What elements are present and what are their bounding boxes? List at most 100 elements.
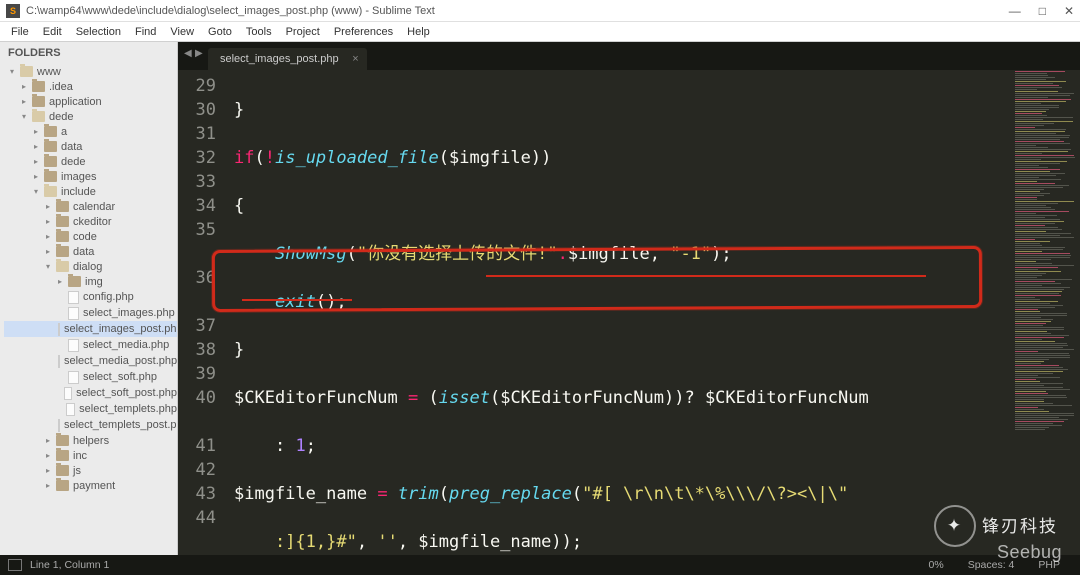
tree-arrow-icon: ▸ bbox=[34, 172, 44, 181]
status-zoom[interactable]: 0% bbox=[917, 559, 956, 571]
tree-item-label: ckeditor bbox=[73, 216, 112, 228]
tree-item-label: include bbox=[61, 186, 96, 198]
folder-icon bbox=[44, 171, 57, 182]
tree-arrow-icon: ▸ bbox=[46, 451, 56, 460]
tree-item-label: www bbox=[37, 66, 61, 78]
tree-arrow-icon: ▾ bbox=[46, 262, 56, 271]
tree-item[interactable]: select_images_post.php bbox=[4, 321, 177, 337]
folder-icon bbox=[44, 186, 57, 197]
tree-item-label: select_soft.php bbox=[83, 371, 157, 383]
status-indent[interactable]: Spaces: 4 bbox=[956, 559, 1027, 571]
folder-icon bbox=[32, 81, 45, 92]
tree-arrow-icon: ▸ bbox=[34, 157, 44, 166]
tree-item[interactable]: select_templets.php bbox=[4, 401, 177, 417]
menu-tools[interactable]: Tools bbox=[239, 24, 279, 40]
tree-arrow-icon: ▾ bbox=[10, 67, 20, 76]
tree-item-label: select_media_post.php bbox=[64, 355, 177, 367]
tree-item[interactable]: ▸code bbox=[4, 229, 177, 244]
tree-item-label: inc bbox=[73, 450, 87, 462]
minimap[interactable] bbox=[1012, 70, 1080, 555]
tree-item-label: dialog bbox=[73, 261, 102, 273]
file-icon bbox=[68, 339, 79, 352]
tree-item[interactable]: select_templets_post.php bbox=[4, 417, 177, 433]
tree-item-label: config.php bbox=[83, 291, 134, 303]
tree-item[interactable]: ▸application bbox=[4, 94, 177, 109]
console-icon[interactable] bbox=[8, 559, 22, 571]
tree-item-label: select_templets.php bbox=[79, 403, 177, 415]
tree-item[interactable]: ▾ www bbox=[4, 64, 177, 79]
status-position[interactable]: Line 1, Column 1 bbox=[30, 559, 109, 571]
menu-help[interactable]: Help bbox=[400, 24, 437, 40]
tree-arrow-icon: ▸ bbox=[46, 436, 56, 445]
menu-find[interactable]: Find bbox=[128, 24, 163, 40]
tree-item-label: calendar bbox=[73, 201, 115, 213]
tree-arrow-icon: ▸ bbox=[34, 142, 44, 151]
folder-icon bbox=[56, 216, 69, 227]
tab-nav: ◀ ▶ bbox=[184, 48, 205, 62]
tree-item[interactable]: ▸ helpers bbox=[4, 433, 177, 448]
folder-icon bbox=[56, 231, 69, 242]
code-editor[interactable]: 29303132333435 36 37383940 41424344 } if… bbox=[178, 70, 1080, 555]
folder-icon bbox=[20, 66, 33, 77]
tree-item[interactable]: select_media.php bbox=[4, 337, 177, 353]
status-syntax[interactable]: PHP bbox=[1026, 559, 1072, 571]
file-icon bbox=[68, 371, 79, 384]
tree-item[interactable]: ▸.idea bbox=[4, 79, 177, 94]
tree-item[interactable]: select_images.php bbox=[4, 305, 177, 321]
nav-forward-icon[interactable]: ▶ bbox=[195, 48, 205, 62]
tree-item[interactable]: ▸js bbox=[4, 463, 177, 478]
tree-item[interactable]: ▾dede bbox=[4, 109, 177, 124]
menu-goto[interactable]: Goto bbox=[201, 24, 239, 40]
folder-icon bbox=[44, 141, 57, 152]
tree-item-label: data bbox=[73, 246, 94, 258]
tab-label: select_images_post.php bbox=[220, 53, 339, 65]
tree-item-label: select_soft_post.php bbox=[76, 387, 177, 399]
tree-arrow-icon: ▾ bbox=[34, 187, 44, 196]
minimize-button[interactable]: — bbox=[1009, 4, 1021, 18]
file-icon bbox=[64, 387, 72, 400]
tree-item-label: dede bbox=[49, 111, 73, 123]
tree-item[interactable]: select_soft_post.php bbox=[4, 385, 177, 401]
menu-file[interactable]: File bbox=[4, 24, 36, 40]
tree-item-label: data bbox=[61, 141, 82, 153]
tree-item-label: helpers bbox=[73, 435, 109, 447]
menu-edit[interactable]: Edit bbox=[36, 24, 69, 40]
file-icon bbox=[68, 291, 79, 304]
tab-active[interactable]: select_images_post.php × bbox=[208, 48, 367, 70]
tree-item-label: select_images.php bbox=[83, 307, 175, 319]
tree-item[interactable]: ▸ckeditor bbox=[4, 214, 177, 229]
tree-item[interactable]: ▸calendar bbox=[4, 199, 177, 214]
tree-item-label: a bbox=[61, 126, 67, 138]
tab-close-icon[interactable]: × bbox=[352, 53, 358, 65]
close-button[interactable]: ✕ bbox=[1064, 4, 1074, 18]
tree-item[interactable]: ▸ inc bbox=[4, 448, 177, 463]
tree-item[interactable]: select_soft.php bbox=[4, 369, 177, 385]
tree-item-label: application bbox=[49, 96, 102, 108]
menu-project[interactable]: Project bbox=[279, 24, 327, 40]
tree-item[interactable]: ▸data bbox=[4, 244, 177, 259]
menubar: File Edit Selection Find View Goto Tools… bbox=[0, 22, 1080, 42]
menu-view[interactable]: View bbox=[163, 24, 201, 40]
tree-item-label: code bbox=[73, 231, 97, 243]
tree-arrow-icon: ▸ bbox=[34, 127, 44, 136]
tree-item[interactable]: ▸a bbox=[4, 124, 177, 139]
tree-item[interactable]: ▾ include bbox=[4, 184, 177, 199]
menu-preferences[interactable]: Preferences bbox=[327, 24, 400, 40]
tree-item[interactable]: ▸ data bbox=[4, 139, 177, 154]
tree-item[interactable]: ▸ dede bbox=[4, 154, 177, 169]
tree-item[interactable]: ▸payment bbox=[4, 478, 177, 493]
tree-item[interactable]: config.php bbox=[4, 289, 177, 305]
editor-area: ◀ ▶ select_images_post.php × 29303132333… bbox=[178, 42, 1080, 555]
tree-item[interactable]: ▸images bbox=[4, 169, 177, 184]
annotation-underline bbox=[486, 275, 926, 277]
folder-icon bbox=[32, 96, 45, 107]
tree-item[interactable]: ▸img bbox=[4, 274, 177, 289]
tree-item[interactable]: ▾ dialog bbox=[4, 259, 177, 274]
code-content[interactable]: } if(!is_uploaded_file($imgfile)) { Show… bbox=[228, 70, 1012, 555]
tree-item[interactable]: select_media_post.php bbox=[4, 353, 177, 369]
menu-selection[interactable]: Selection bbox=[69, 24, 128, 40]
maximize-button[interactable]: □ bbox=[1039, 4, 1046, 18]
nav-back-icon[interactable]: ◀ bbox=[184, 48, 194, 62]
tree-item-label: dede bbox=[61, 156, 85, 168]
folder-icon bbox=[56, 201, 69, 212]
